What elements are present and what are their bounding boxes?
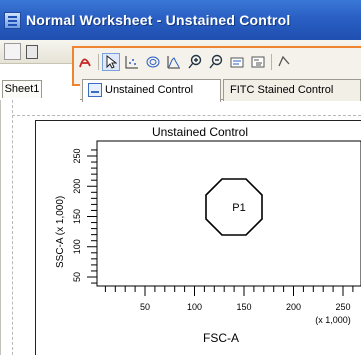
y-axis-label: SSC-A (x 1,000) — [55, 196, 66, 268]
x-tick-label: 100 — [187, 302, 202, 312]
x-axis-label: FSC-A — [203, 331, 239, 345]
x-tick-label: 150 — [236, 302, 251, 312]
y-tick-label: 50 — [72, 272, 82, 282]
y-tick-label: 200 — [72, 179, 82, 194]
x-tick-label: 50 — [140, 302, 150, 312]
y-tick-label: 100 — [72, 239, 82, 254]
y-tick-label: 150 — [72, 209, 82, 224]
gate-label: P1 — [232, 202, 245, 214]
x-axis-ticks: 50 100 150 200 250 — [104, 286, 354, 312]
dot-plot[interactable]: Unstained Control 50 100 150 200 250 50 100 15… — [0, 0, 361, 355]
x-tick-label: 200 — [286, 302, 301, 312]
plot-title: Unstained Control — [152, 125, 248, 139]
x-tick-label: 250 — [335, 302, 350, 312]
y-tick-label: 250 — [72, 148, 82, 163]
y-axis-ticks: 50 100 150 200 250 — [72, 148, 97, 284]
x-axis-multiplier: (x 1,000) — [315, 315, 351, 325]
